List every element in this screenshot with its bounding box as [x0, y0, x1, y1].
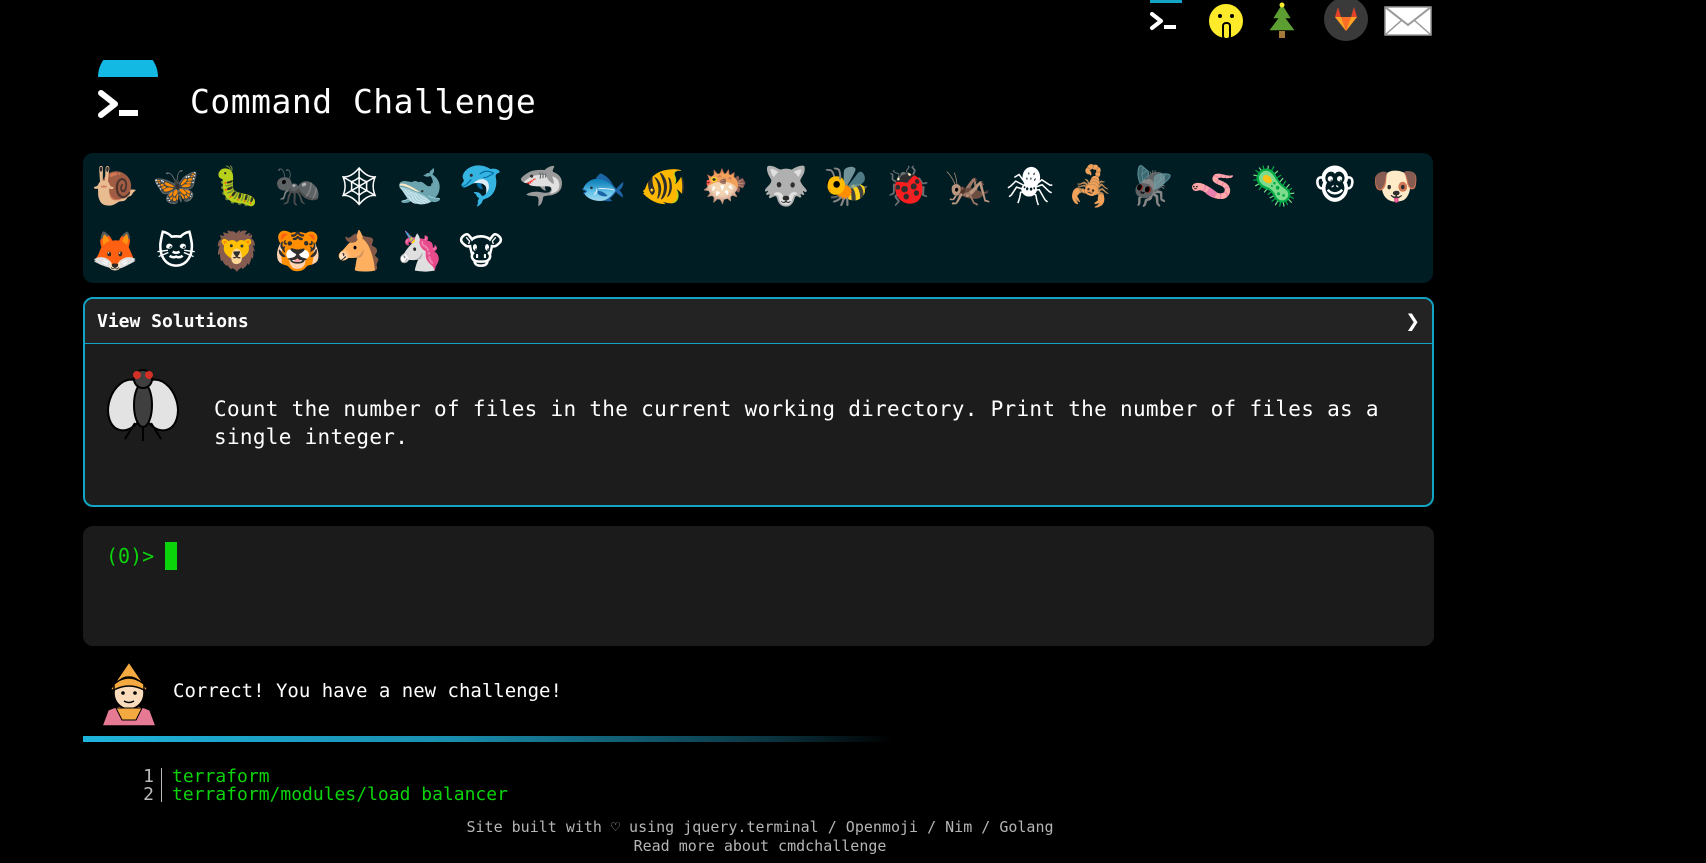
brand-logo[interactable]: [95, 47, 161, 126]
footer-link-golang[interactable]: Golang: [999, 818, 1053, 836]
shushing-face-icon[interactable]: [1202, 0, 1250, 42]
site-title[interactable]: Command Challenge: [190, 82, 536, 121]
view-solutions-toggle[interactable]: View Solutions ❯: [85, 299, 1432, 344]
horse-icon[interactable]: 🐴: [334, 226, 384, 276]
tiger-icon[interactable]: 🐯: [273, 226, 323, 276]
blowfish-icon[interactable]: 🐡: [700, 161, 750, 211]
footer-separator: /: [827, 818, 837, 836]
chevron-right-icon: ❯: [1405, 307, 1420, 335]
view-solutions-label: View Solutions: [97, 311, 249, 332]
terminal-cursor: [165, 542, 177, 570]
footer-prefix: Site built with ♡ using: [466, 818, 675, 836]
dog-icon[interactable]: 🐶: [1371, 161, 1421, 211]
spider-web-icon[interactable]: 🕸: [334, 161, 384, 211]
listing-line: terraform/modules/load_balancer: [172, 784, 508, 803]
fly-icon: [103, 361, 183, 445]
cow-icon[interactable]: 🐮: [456, 226, 506, 276]
challenge-selector: 🐌 🦋 🐛 🐜 🕸 🐋 🐬 🦈 🐟 🐠 🐡 🐺 🐝 🐞 🦗 🕷 🦂 🪰 🪱 🦠 🐵 🐶 🦊 🐱 🦁 🐯 🐴 🦄 🐮: [83, 153, 1433, 283]
ladybug-icon[interactable]: 🐞: [883, 161, 933, 211]
cat-icon[interactable]: 🐱: [151, 226, 201, 276]
footer-link-openmoji[interactable]: Openmoji: [846, 818, 918, 836]
christmas-tree-icon[interactable]: [1262, 0, 1302, 42]
whale-icon[interactable]: 🐋: [395, 161, 445, 211]
unicorn-icon[interactable]: 🦄: [395, 226, 445, 276]
scorpion-icon[interactable]: 🦂: [1066, 161, 1116, 211]
monkey-icon[interactable]: 🐵: [1310, 161, 1360, 211]
gutter-divider: [161, 768, 162, 802]
challenge-panel: View Solutions ❯ Count the number of fil…: [83, 297, 1434, 507]
footer-link-jquery-terminal[interactable]: jquery.terminal: [683, 818, 818, 836]
caterpillar-icon[interactable]: 🐛: [212, 161, 262, 211]
notification-message: Correct! You have a new challenge!: [173, 680, 562, 702]
output-listing: 1 2 terraform terraform/modules/load_bal…: [128, 768, 828, 802]
fox-icon[interactable]: 🦊: [90, 226, 140, 276]
snail-icon[interactable]: 🐌: [90, 161, 140, 211]
spider-icon[interactable]: 🕷: [1005, 161, 1055, 211]
bee-icon[interactable]: 🐝: [822, 161, 872, 211]
notification-progress-bar: [83, 736, 893, 742]
footer-link-nim[interactable]: Nim: [945, 818, 972, 836]
shark-icon[interactable]: 🦈: [517, 161, 567, 211]
challenge-description: Count the number of files in the current…: [214, 397, 1379, 449]
lion-icon[interactable]: 🦁: [212, 226, 262, 276]
terminal-prompt: (0)>: [106, 544, 155, 568]
cricket-icon[interactable]: 🦗: [944, 161, 994, 211]
envelope-icon[interactable]: [1380, 0, 1436, 42]
footer-credits: Site built with ♡ using jquery.terminal …: [0, 818, 1520, 837]
wolf-icon[interactable]: 🐺: [761, 161, 811, 211]
dolphin-icon[interactable]: 🐬: [456, 161, 506, 211]
terminal[interactable]: (0)>: [83, 526, 1434, 646]
line-number: 2: [143, 784, 154, 803]
footer-separator: /: [981, 818, 991, 836]
fish-icon[interactable]: 🐟: [578, 161, 628, 211]
terminal-icon[interactable]: [1144, 0, 1188, 42]
fly-icon[interactable]: 🪰: [1127, 161, 1177, 211]
tropical-fish-icon[interactable]: 🐠: [639, 161, 689, 211]
gitlab-icon[interactable]: [1320, 0, 1372, 42]
footer-read-more-link[interactable]: Read more about cmdchallenge: [0, 837, 1520, 856]
footer: Site built with ♡ using jquery.terminal …: [0, 818, 1520, 856]
butterfly-icon[interactable]: 🦋: [151, 161, 201, 211]
worm-icon[interactable]: 🪱: [1188, 161, 1238, 211]
ant-icon[interactable]: 🐜: [273, 161, 323, 211]
microbe-icon[interactable]: 🦠: [1249, 161, 1299, 211]
footer-separator: /: [927, 818, 937, 836]
elf-icon: [96, 660, 162, 727]
top-nav: [1136, 0, 1436, 44]
